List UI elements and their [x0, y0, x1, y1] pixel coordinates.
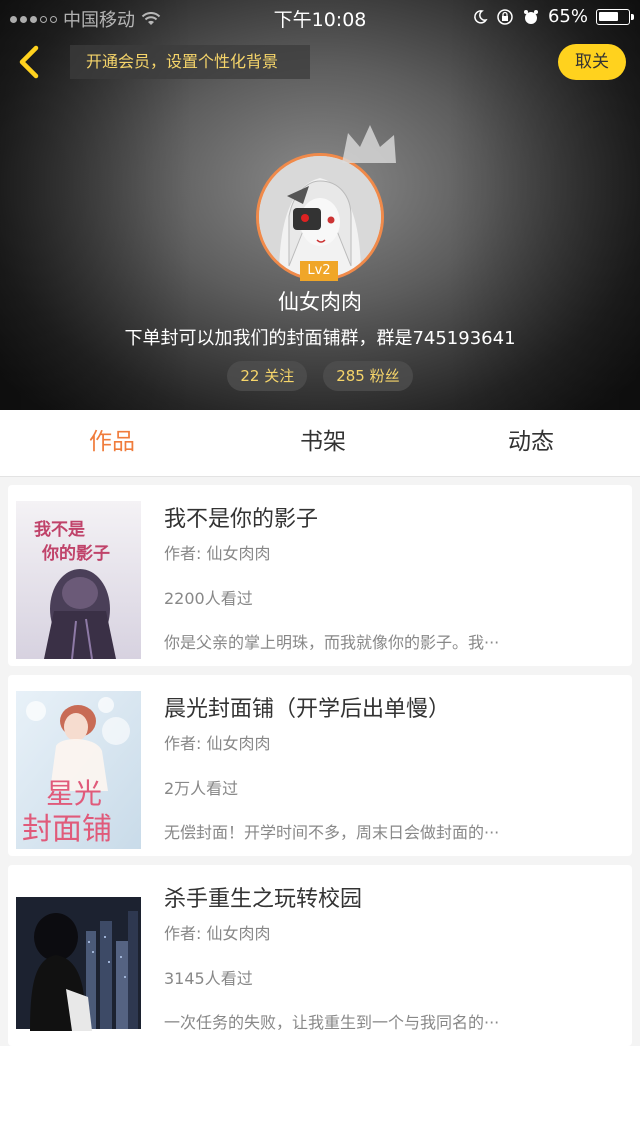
work-views: 2200人看过: [164, 589, 253, 608]
svg-text:我不是: 我不是: [34, 520, 85, 540]
tab-activity[interactable]: 动态: [422, 410, 640, 476]
book-cover: [16, 881, 141, 1039]
moon-icon: [474, 9, 488, 24]
work-views: 3145人看过: [164, 969, 253, 988]
work-views: 2万人看过: [164, 779, 239, 798]
status-bar: 中国移动 下午10:08 65%: [0, 0, 640, 34]
back-button[interactable]: [12, 42, 48, 82]
unfollow-button[interactable]: 取关: [558, 44, 626, 80]
vip-background-tip[interactable]: 开通会员，设置个性化背景: [70, 45, 310, 79]
level-badge: Lv2: [300, 261, 338, 281]
work-card[interactable]: 星光 封面铺 晨光封面铺（开学后出单慢） 作者: 仙女肉肉 2万人看过 无偿封面…: [8, 675, 632, 856]
avatar-image: [259, 156, 381, 278]
work-author: 作者: 仙女肉肉: [164, 544, 271, 563]
user-nickname: 仙女肉肉: [278, 290, 362, 314]
bottom-area: [0, 1046, 640, 1138]
works-list: 我不是 你的影子 我不是你的影子 作者: 仙女肉肉 2200人看过 你是父亲的掌…: [8, 485, 632, 1055]
fans-count-button[interactable]: 285 粉丝: [323, 361, 413, 391]
cover-image: 星光 封面铺: [16, 691, 141, 849]
status-right: 65%: [472, 6, 634, 27]
work-author: 作者: 仙女肉肉: [164, 734, 271, 753]
tab-works[interactable]: 作品: [0, 410, 224, 476]
battery-percent: 65%: [547, 6, 588, 27]
work-title: 晨光封面铺（开学后出单慢）: [164, 697, 451, 722]
rotation-lock-icon: [497, 8, 513, 25]
user-bio: 下单封可以加我们的封面铺群，群是745193641: [124, 328, 516, 349]
alarm-icon: [523, 9, 538, 24]
work-description: 你是父亲的掌上明珠，而我就像你的影子。我···: [164, 633, 500, 652]
profile-header: 中国移动 下午10:08 65% 开通会员，设置个性化背景 取关 Lv2 仙女肉…: [0, 0, 640, 410]
cover-image: [16, 881, 141, 1039]
avatar-container[interactable]: Lv2: [256, 125, 396, 281]
work-card[interactable]: 杀手重生之玩转校园 作者: 仙女肉肉 3145人看过 一次任务的失败，让我重生到…: [8, 865, 632, 1046]
cover-image: 我不是 你的影子: [16, 501, 141, 659]
work-author: 作者: 仙女肉肉: [164, 924, 271, 943]
tab-bookshelf[interactable]: 书架: [224, 410, 422, 476]
svg-text:封面铺: 封面铺: [22, 812, 112, 847]
svg-text:你的影子: 你的影子: [41, 543, 110, 564]
work-description: 一次任务的失败，让我重生到一个与我同名的···: [164, 1013, 500, 1032]
app-root: 中国移动 下午10:08 65% 开通会员，设置个性化背景 取关 Lv2 仙女肉…: [0, 0, 640, 1138]
crown-icon: [342, 125, 396, 163]
stats-row: 22 关注 285 粉丝: [0, 361, 640, 391]
chevron-left-icon: [19, 45, 39, 79]
profile-tabs: 作品 书架 动态: [0, 410, 640, 477]
battery-icon: [596, 8, 634, 25]
work-card[interactable]: 我不是 你的影子 我不是你的影子 作者: 仙女肉肉 2200人看过 你是父亲的掌…: [8, 485, 632, 666]
book-cover: 星光 封面铺: [16, 691, 141, 849]
work-title: 杀手重生之玩转校园: [164, 887, 363, 912]
work-title: 我不是你的影子: [164, 507, 319, 532]
book-cover: 我不是 你的影子: [16, 501, 141, 659]
work-description: 无偿封面！开学时间不多，周末日会做封面的···: [164, 823, 500, 842]
following-count-button[interactable]: 22 关注: [227, 361, 308, 391]
svg-text:星光: 星光: [46, 777, 102, 810]
